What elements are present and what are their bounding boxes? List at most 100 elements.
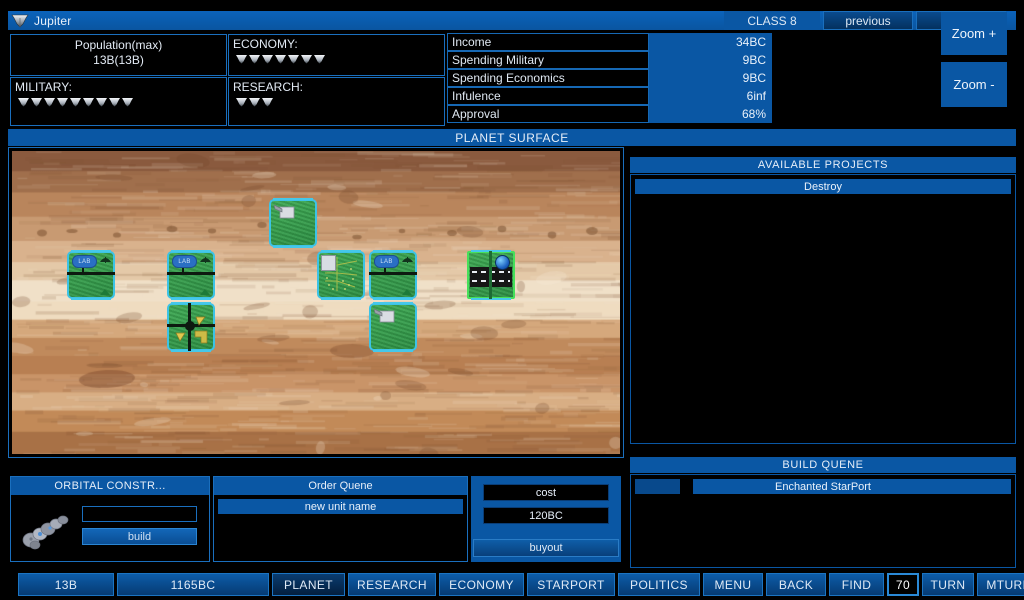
nav-button-research[interactable]: RESEARCH	[348, 573, 436, 596]
previous-label: previous	[845, 14, 890, 28]
stat-name: Spending Economics	[447, 69, 649, 87]
building-tile[interactable]	[369, 303, 417, 351]
class-label: CLASS 8	[747, 14, 796, 28]
tile-edge-top	[373, 250, 413, 252]
population-value: 13B(13B)	[11, 53, 226, 68]
tile-divider-v	[489, 251, 492, 299]
nav-button-economy[interactable]: ECONOMY	[439, 573, 524, 596]
military-label: MILITARY:	[11, 78, 226, 94]
tile-edge-bottom	[273, 246, 313, 248]
starport-badge-icon	[495, 255, 510, 270]
building-tile[interactable]	[269, 199, 317, 247]
economy-box: ECONOMY:	[228, 34, 445, 76]
mturn-button[interactable]: MTURN	[977, 573, 1024, 596]
order-queue-title: Order Quene	[308, 480, 372, 492]
tile-edge-bottom	[171, 298, 211, 300]
nav-button-planet[interactable]: PLANET	[272, 573, 345, 596]
bottom-navbar: 13B 1165BC PLANET RESEARCH ECONOMY STARPORT PO…	[0, 570, 1024, 600]
project-item[interactable]: Destroy	[635, 179, 1011, 194]
stat-name: Income	[447, 33, 649, 51]
research-label: RESEARCH:	[229, 78, 444, 94]
orbital-construction-panel: ORBITAL CONSTR... build	[10, 476, 210, 562]
stat-value: 34BC	[649, 33, 772, 51]
orbital-construction-title: ORBITAL CONSTR...	[54, 480, 165, 492]
research-pips	[229, 94, 444, 108]
window-title: Jupiter	[34, 14, 71, 28]
zoom-in-button[interactable]: Zoom +	[941, 12, 1007, 55]
building-tile[interactable]	[167, 303, 215, 351]
turn-number: 70	[896, 578, 910, 592]
tile-edge-top	[273, 198, 313, 200]
research-box: RESEARCH:	[228, 77, 445, 126]
turn-label: TURN	[931, 578, 966, 592]
tile-edge-bottom	[71, 298, 111, 300]
nav-button-back[interactable]: BACK	[766, 573, 826, 596]
tile-edge-bottom	[373, 298, 413, 300]
turret-icon	[374, 308, 396, 323]
tile-marker	[100, 289, 110, 295]
stat-value: 68%	[649, 105, 772, 123]
stat-value: 9BC	[649, 69, 772, 87]
build-queue-item[interactable]: Enchanted StarPort	[635, 479, 1011, 494]
nav-button-label: ECONOMY	[449, 578, 514, 592]
credits-label: 13B	[55, 578, 78, 592]
cost-panel: cost 120BC buyout	[471, 476, 621, 562]
rank-chevron-icon	[248, 54, 261, 65]
stat-name: Approval	[447, 105, 649, 123]
tile-edge-top	[373, 302, 413, 304]
economy-pips	[229, 51, 444, 65]
nav-button-label: PLANET	[284, 578, 333, 592]
rank-chevron-icon	[313, 54, 326, 65]
rank-chevron-icon	[17, 97, 30, 108]
antenna-icon	[402, 256, 413, 264]
previous-planet-button[interactable]: previous	[823, 11, 913, 30]
buyout-button[interactable]: buyout	[473, 539, 619, 557]
nav-button-politics[interactable]: POLITICS	[618, 573, 700, 596]
rank-chevron-icon	[248, 97, 261, 108]
tile-divider	[67, 272, 115, 275]
nav-button-label: FIND	[842, 578, 872, 592]
planet-surface-map[interactable]: LAB LAB LAB	[12, 151, 620, 454]
build-button[interactable]: build	[82, 528, 197, 545]
lab-badge: LAB	[374, 255, 399, 268]
turret-icon	[274, 204, 296, 219]
credits-display: 13B	[18, 573, 114, 596]
building-tile[interactable]: LAB	[167, 251, 215, 299]
tile-edge-top	[71, 250, 111, 252]
planet-surface-frame[interactable]: LAB LAB LAB	[8, 147, 624, 458]
rank-chevron-icon	[108, 97, 121, 108]
zoom-out-button[interactable]: Zoom -	[941, 62, 1007, 107]
lab-badge: LAB	[72, 255, 97, 268]
rank-chevron-icon	[300, 54, 313, 65]
available-projects-list[interactable]: Destroy	[630, 174, 1016, 444]
economy-label: ECONOMY:	[229, 35, 444, 51]
tile-divider	[167, 272, 215, 275]
nav-button-find[interactable]: FIND	[829, 573, 884, 596]
planet-texture	[12, 151, 620, 454]
orbital-construction-body: build	[12, 496, 208, 560]
order-queue-header: Order Quene	[214, 477, 467, 495]
nav-button-menu[interactable]: MENU	[703, 573, 763, 596]
stat-value: 9BC	[649, 51, 772, 69]
zoom-in-label: Zoom +	[952, 26, 996, 41]
building-tile[interactable]: LAB	[369, 251, 417, 299]
antenna-icon	[100, 256, 111, 264]
antenna-icon	[200, 256, 211, 264]
rank-chevron-icon	[43, 97, 56, 108]
turn-button[interactable]: TURN	[922, 573, 974, 596]
building-tile[interactable]	[317, 251, 365, 299]
rank-chevron-icon	[235, 97, 248, 108]
order-queue-item[interactable]: new unit name	[218, 499, 463, 514]
population-label: Population(max)	[11, 38, 226, 53]
mturn-label: MTURN	[986, 578, 1024, 592]
building-tile[interactable]: LAB	[67, 251, 115, 299]
turn-number-field[interactable]: 70	[887, 573, 919, 596]
nav-button-starport[interactable]: STARPORT	[527, 573, 615, 596]
class-indicator: CLASS 8	[724, 11, 820, 30]
building-tile[interactable]	[467, 251, 515, 299]
stat-row: Infulence 6inf	[447, 87, 772, 105]
build-queue-list[interactable]: Enchanted StarPort	[630, 474, 1016, 568]
buyout-label: buyout	[529, 542, 562, 554]
available-projects-title: AVAILABLE PROJECTS	[758, 159, 888, 171]
orbital-construction-input[interactable]	[82, 506, 197, 522]
